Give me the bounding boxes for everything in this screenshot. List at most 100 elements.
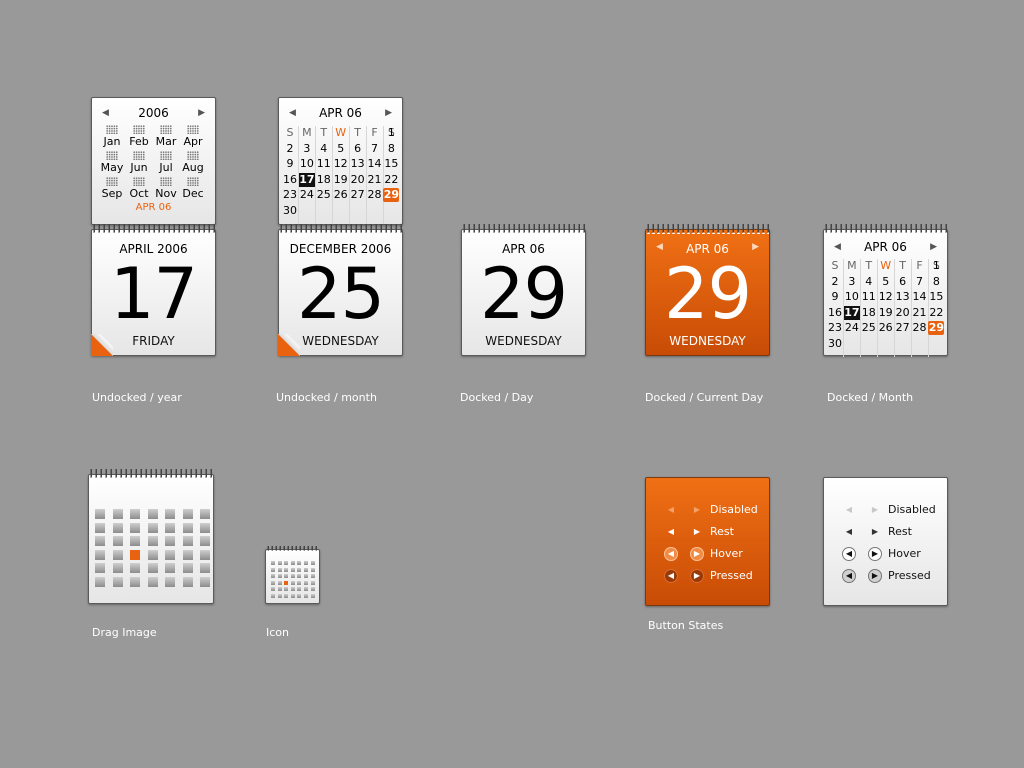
next-day-icon[interactable]: ▶ (752, 242, 759, 252)
day-cell[interactable]: 21 (367, 173, 383, 187)
year-month-cell[interactable]: Mar (153, 125, 179, 148)
day-cell[interactable]: 27 (350, 188, 366, 202)
day-cell-selected[interactable]: 17 (298, 172, 315, 187)
day-cell[interactable]: 13 (895, 290, 911, 304)
next-month-icon[interactable]: ▶ (385, 108, 392, 118)
year-month-cell[interactable]: Feb (126, 125, 152, 148)
prev-arrow-icon[interactable]: ◀ (664, 547, 678, 561)
page-curl-icon[interactable] (278, 334, 300, 356)
day-cell[interactable]: 8 (928, 275, 944, 289)
day-cell[interactable]: 10 (844, 290, 860, 304)
day-cell[interactable]: 15 (928, 290, 944, 304)
day-cell[interactable]: 19 (878, 306, 894, 320)
year-month-cell[interactable]: Oct (126, 177, 152, 200)
next-arrow-icon[interactable]: ▶ (690, 547, 704, 561)
day-cell[interactable]: 10 (299, 157, 315, 171)
day-cell[interactable]: 18 (316, 173, 332, 187)
docked-day-card[interactable]: APR 06 29 WEDNESDAY (461, 224, 586, 356)
day-cell[interactable]: 18 (861, 306, 877, 320)
day-cell[interactable]: 6 (895, 275, 911, 289)
day-cell[interactable]: 1 (928, 259, 944, 273)
undocked-month-day-card[interactable]: DECEMBER 2006 25 WEDNESDAY (278, 224, 403, 356)
year-month-cell[interactable]: Aug (180, 151, 206, 174)
day-cell-selected[interactable]: 17 (843, 305, 860, 320)
day-cell[interactable]: 2 (827, 275, 843, 289)
day-cell[interactable]: 22 (383, 173, 399, 187)
year-month-cell[interactable]: Sep (99, 177, 125, 200)
mini-month-icon (160, 125, 172, 134)
day-cell[interactable]: 3 (844, 275, 860, 289)
card-day-number: 17 (109, 253, 198, 335)
day-cell[interactable]: 22 (928, 306, 944, 320)
day-cell[interactable]: 4 (861, 275, 877, 289)
year-month-cell[interactable]: Jul (153, 151, 179, 174)
next-arrow-icon[interactable]: ▶ (868, 525, 882, 539)
day-cell[interactable]: 7 (367, 142, 383, 156)
year-month-cell[interactable]: Apr (180, 125, 206, 148)
day-cell[interactable]: 12 (878, 290, 894, 304)
prev-arrow-icon[interactable]: ◀ (664, 525, 678, 539)
day-cell[interactable]: 21 (912, 306, 928, 320)
day-cell[interactable]: 28 (912, 321, 928, 335)
next-arrow-icon[interactable]: ▶ (690, 569, 704, 583)
day-cell[interactable]: 26 (333, 188, 349, 202)
prev-arrow-icon[interactable]: ◀ (842, 569, 856, 583)
day-tile (95, 509, 105, 519)
day-cell[interactable]: 24 (844, 321, 860, 335)
day-cell[interactable]: 8 (383, 142, 399, 156)
day-cell[interactable]: 24 (299, 188, 315, 202)
year-month-cell[interactable]: Jun (126, 151, 152, 174)
prev-arrow-icon[interactable]: ◀ (842, 547, 856, 561)
day-cell[interactable]: 5 (333, 142, 349, 156)
year-month-cell[interactable]: Nov (153, 177, 179, 200)
day-cell[interactable]: 16 (282, 173, 298, 187)
next-month-icon[interactable]: ▶ (930, 242, 937, 252)
next-year-icon[interactable]: ▶ (198, 108, 205, 118)
day-cell[interactable]: 27 (895, 321, 911, 335)
day-cell[interactable]: 11 (316, 157, 332, 171)
day-cell[interactable]: 2 (282, 142, 298, 156)
day-cell[interactable]: 20 (895, 306, 911, 320)
year-month-cell[interactable]: Jan (99, 125, 125, 148)
day-cell[interactable]: 3 (299, 142, 315, 156)
next-arrow-icon[interactable]: ▶ (868, 547, 882, 561)
day-cell[interactable]: 7 (912, 275, 928, 289)
day-cell[interactable]: 14 (367, 157, 383, 171)
day-cell[interactable]: 1 (383, 126, 399, 140)
day-cell[interactable]: 9 (827, 290, 843, 304)
day-cell[interactable]: 30 (827, 337, 843, 351)
day-cell[interactable]: 26 (878, 321, 894, 335)
day-cell[interactable]: 19 (333, 173, 349, 187)
year-current-link[interactable]: APR 06 (92, 202, 215, 213)
day-cell[interactable]: 25 (861, 321, 877, 335)
docked-month-card[interactable]: ◀ APR 06 ▶ S M T W T F S 1 2 3 4 5 6 7 8 9 10 11 12 13 14 15 1… (823, 224, 948, 357)
day-cell[interactable]: 6 (350, 142, 366, 156)
day-cell-today[interactable]: 29 (383, 188, 400, 202)
day-cell[interactable]: 23 (827, 321, 843, 335)
day-cell[interactable]: 5 (878, 275, 894, 289)
day-cell[interactable]: 11 (861, 290, 877, 304)
undocked-year-day-card[interactable]: APRIL 2006 17 FRIDAY (91, 224, 216, 356)
day-cell[interactable]: 25 (316, 188, 332, 202)
day-cell[interactable]: 4 (316, 142, 332, 156)
docked-current-day-card[interactable]: ◀ APR 06 ▶ 29 WEDNESDAY (645, 224, 770, 356)
next-arrow-icon[interactable]: ▶ (690, 525, 704, 539)
day-cell[interactable]: 23 (282, 188, 298, 202)
prev-arrow-icon[interactable]: ◀ (664, 569, 678, 583)
day-cell[interactable]: 12 (333, 157, 349, 171)
day-cell[interactable]: 9 (282, 157, 298, 171)
day-cell[interactable]: 15 (383, 157, 399, 171)
year-month-cell[interactable]: May (99, 151, 125, 174)
day-cell[interactable]: 16 (827, 306, 843, 320)
day-cell[interactable]: 14 (912, 290, 928, 304)
day-tile (95, 549, 105, 560)
day-cell-today[interactable]: 29 (928, 321, 945, 335)
prev-arrow-icon[interactable]: ◀ (842, 525, 856, 539)
year-month-cell[interactable]: Dec (180, 177, 206, 200)
day-cell[interactable]: 13 (350, 157, 366, 171)
day-cell[interactable]: 30 (282, 204, 298, 218)
next-arrow-icon[interactable]: ▶ (868, 569, 882, 583)
day-cell[interactable]: 20 (350, 173, 366, 187)
day-cell[interactable]: 28 (367, 188, 383, 202)
page-curl-icon[interactable] (91, 334, 113, 356)
